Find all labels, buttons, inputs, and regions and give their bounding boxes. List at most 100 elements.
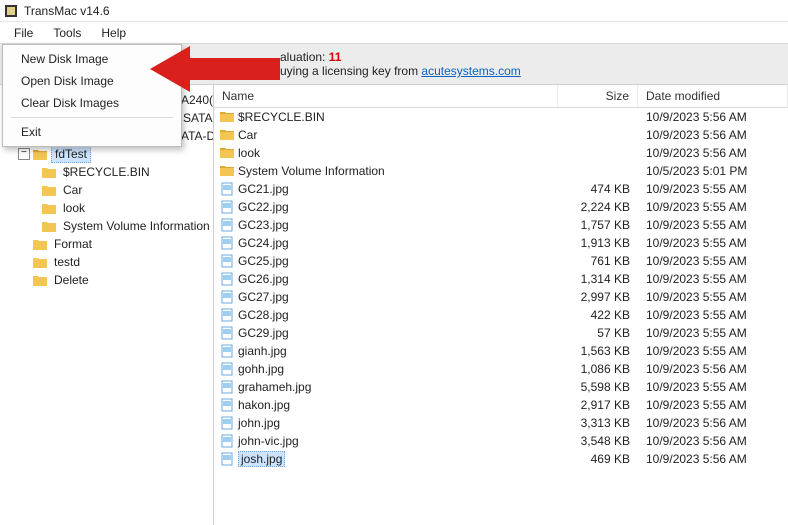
menu-help[interactable]: Help	[91, 24, 136, 42]
list-item[interactable]: GC26.jpg1,314 KB10/9/2023 5:55 AM	[214, 270, 788, 288]
list-item[interactable]: gianh.jpg1,563 KB10/9/2023 5:55 AM	[214, 342, 788, 360]
file-name: grahameh.jpg	[238, 380, 311, 394]
tree-item-recycle[interactable]: $RECYCLE.BIN	[60, 164, 153, 180]
file-size: 5,598 KB	[558, 380, 638, 394]
file-name: josh.jpg	[238, 451, 285, 467]
image-file-icon	[220, 254, 234, 268]
file-date: 10/9/2023 5:55 AM	[638, 272, 788, 286]
list-item[interactable]: john-vic.jpg3,548 KB10/9/2023 5:56 AM	[214, 432, 788, 450]
tree-item-car[interactable]: Car	[60, 182, 85, 198]
file-name: GC21.jpg	[238, 182, 289, 196]
list-item[interactable]: GC23.jpg1,757 KB10/9/2023 5:55 AM	[214, 216, 788, 234]
list-item[interactable]: john.jpg3,313 KB10/9/2023 5:56 AM	[214, 414, 788, 432]
tree-item-look[interactable]: look	[60, 200, 88, 216]
file-date: 10/9/2023 5:55 AM	[638, 254, 788, 268]
tree-sata-fragment: SATA	[180, 110, 214, 126]
annotation-arrow-icon	[150, 44, 280, 94]
image-file-icon	[220, 344, 234, 358]
folder-icon	[220, 146, 234, 160]
file-date: 10/9/2023 5:56 AM	[638, 362, 788, 376]
tree-item-testd[interactable]: testd	[51, 254, 83, 270]
file-name: hakon.jpg	[238, 398, 290, 412]
list-item[interactable]: GC25.jpg761 KB10/9/2023 5:55 AM	[214, 252, 788, 270]
menu-tools[interactable]: Tools	[43, 24, 91, 42]
file-name: GC25.jpg	[238, 254, 289, 268]
file-name: GC24.jpg	[238, 236, 289, 250]
file-date: 10/9/2023 5:56 AM	[638, 452, 788, 466]
tree-item-delete[interactable]: Delete	[51, 272, 92, 288]
file-date: 10/9/2023 5:56 AM	[638, 110, 788, 124]
col-header-size[interactable]: Size	[558, 85, 638, 107]
col-header-date[interactable]: Date modified	[638, 85, 788, 107]
tree-ata-fragment: ATA-D	[178, 128, 214, 144]
file-size: 57 KB	[558, 326, 638, 340]
tree-collapse-icon[interactable]: −	[18, 148, 30, 160]
image-file-icon	[220, 272, 234, 286]
file-size: 2,224 KB	[558, 200, 638, 214]
file-list[interactable]: Name Size Date modified $RECYCLE.BIN10/9…	[214, 85, 788, 525]
menu-exit[interactable]: Exit	[5, 121, 179, 143]
file-name: GC23.jpg	[238, 218, 289, 232]
list-item[interactable]: hakon.jpg2,917 KB10/9/2023 5:55 AM	[214, 396, 788, 414]
file-size: 1,757 KB	[558, 218, 638, 232]
file-date: 10/5/2023 5:01 PM	[638, 164, 788, 178]
folder-icon	[33, 238, 47, 250]
file-name: GC27.jpg	[238, 290, 289, 304]
list-item[interactable]: GC24.jpg1,913 KB10/9/2023 5:55 AM	[214, 234, 788, 252]
folder-icon	[42, 184, 56, 196]
banner-days: 11	[329, 50, 342, 64]
file-name: System Volume Information	[238, 164, 385, 178]
list-item[interactable]: GC27.jpg2,997 KB10/9/2023 5:55 AM	[214, 288, 788, 306]
folder-icon	[220, 110, 234, 124]
file-size: 1,314 KB	[558, 272, 638, 286]
list-item[interactable]: Car10/9/2023 5:56 AM	[214, 126, 788, 144]
image-file-icon	[220, 434, 234, 448]
file-name: GC28.jpg	[238, 308, 289, 322]
file-name: gianh.jpg	[238, 344, 287, 358]
list-item[interactable]: GC22.jpg2,224 KB10/9/2023 5:55 AM	[214, 198, 788, 216]
file-name: $RECYCLE.BIN	[238, 110, 325, 124]
file-size: 3,548 KB	[558, 434, 638, 448]
image-file-icon	[220, 290, 234, 304]
file-date: 10/9/2023 5:55 AM	[638, 344, 788, 358]
folder-icon	[33, 148, 47, 160]
file-name: gohh.jpg	[238, 362, 284, 376]
image-file-icon	[220, 452, 234, 466]
file-date: 10/9/2023 5:56 AM	[638, 434, 788, 448]
list-item[interactable]: grahameh.jpg5,598 KB10/9/2023 5:55 AM	[214, 378, 788, 396]
banner-link[interactable]: acutesystems.com	[421, 64, 520, 78]
list-item[interactable]: System Volume Information 10/5/2023 5:01 …	[214, 162, 788, 180]
file-size: 474 KB	[558, 182, 638, 196]
folder-icon	[220, 128, 234, 142]
file-name: john.jpg	[238, 416, 280, 430]
folder-icon	[42, 202, 56, 214]
title-bar: TransMac v14.6	[0, 0, 788, 22]
list-item[interactable]: GC29.jpg57 KB10/9/2023 5:55 AM	[214, 324, 788, 342]
file-name: GC29.jpg	[238, 326, 289, 340]
menu-clear-disk-images[interactable]: Clear Disk Images	[5, 92, 179, 114]
list-item[interactable]: josh.jpg469 KB10/9/2023 5:56 AM	[214, 450, 788, 468]
folder-tree[interactable]: A240( SATA ATA-D − fdTest $RECYCLE.BIN C…	[0, 85, 214, 525]
file-date: 10/9/2023 5:55 AM	[638, 200, 788, 214]
banner-text-1: aluation:	[280, 50, 325, 64]
file-date: 10/9/2023 5:56 AM	[638, 128, 788, 142]
file-date: 10/9/2023 5:55 AM	[638, 236, 788, 250]
tree-item-format[interactable]: Format	[51, 236, 95, 252]
list-item[interactable]: GC28.jpg 422 KB10/9/2023 5:55 AM	[214, 306, 788, 324]
list-item[interactable]: GC21.jpg474 KB10/9/2023 5:55 AM	[214, 180, 788, 198]
file-size: 422 KB	[558, 308, 638, 322]
window-title: TransMac v14.6	[24, 4, 110, 18]
app-icon	[4, 4, 18, 18]
list-item[interactable]: gohh.jpg1,086 KB10/9/2023 5:56 AM	[214, 360, 788, 378]
image-file-icon	[220, 416, 234, 430]
tree-item-svi[interactable]: System Volume Information	[60, 218, 213, 234]
list-item[interactable]: look10/9/2023 5:56 AM	[214, 144, 788, 162]
image-file-icon	[220, 218, 234, 232]
image-file-icon	[220, 398, 234, 412]
tree-item-fdtest[interactable]: fdTest	[51, 145, 91, 163]
folder-icon	[33, 274, 47, 286]
menu-file[interactable]: File	[4, 24, 43, 42]
list-item[interactable]: $RECYCLE.BIN 10/9/2023 5:56 AM	[214, 108, 788, 126]
file-date: 10/9/2023 5:55 AM	[638, 308, 788, 322]
file-size: 2,917 KB	[558, 398, 638, 412]
